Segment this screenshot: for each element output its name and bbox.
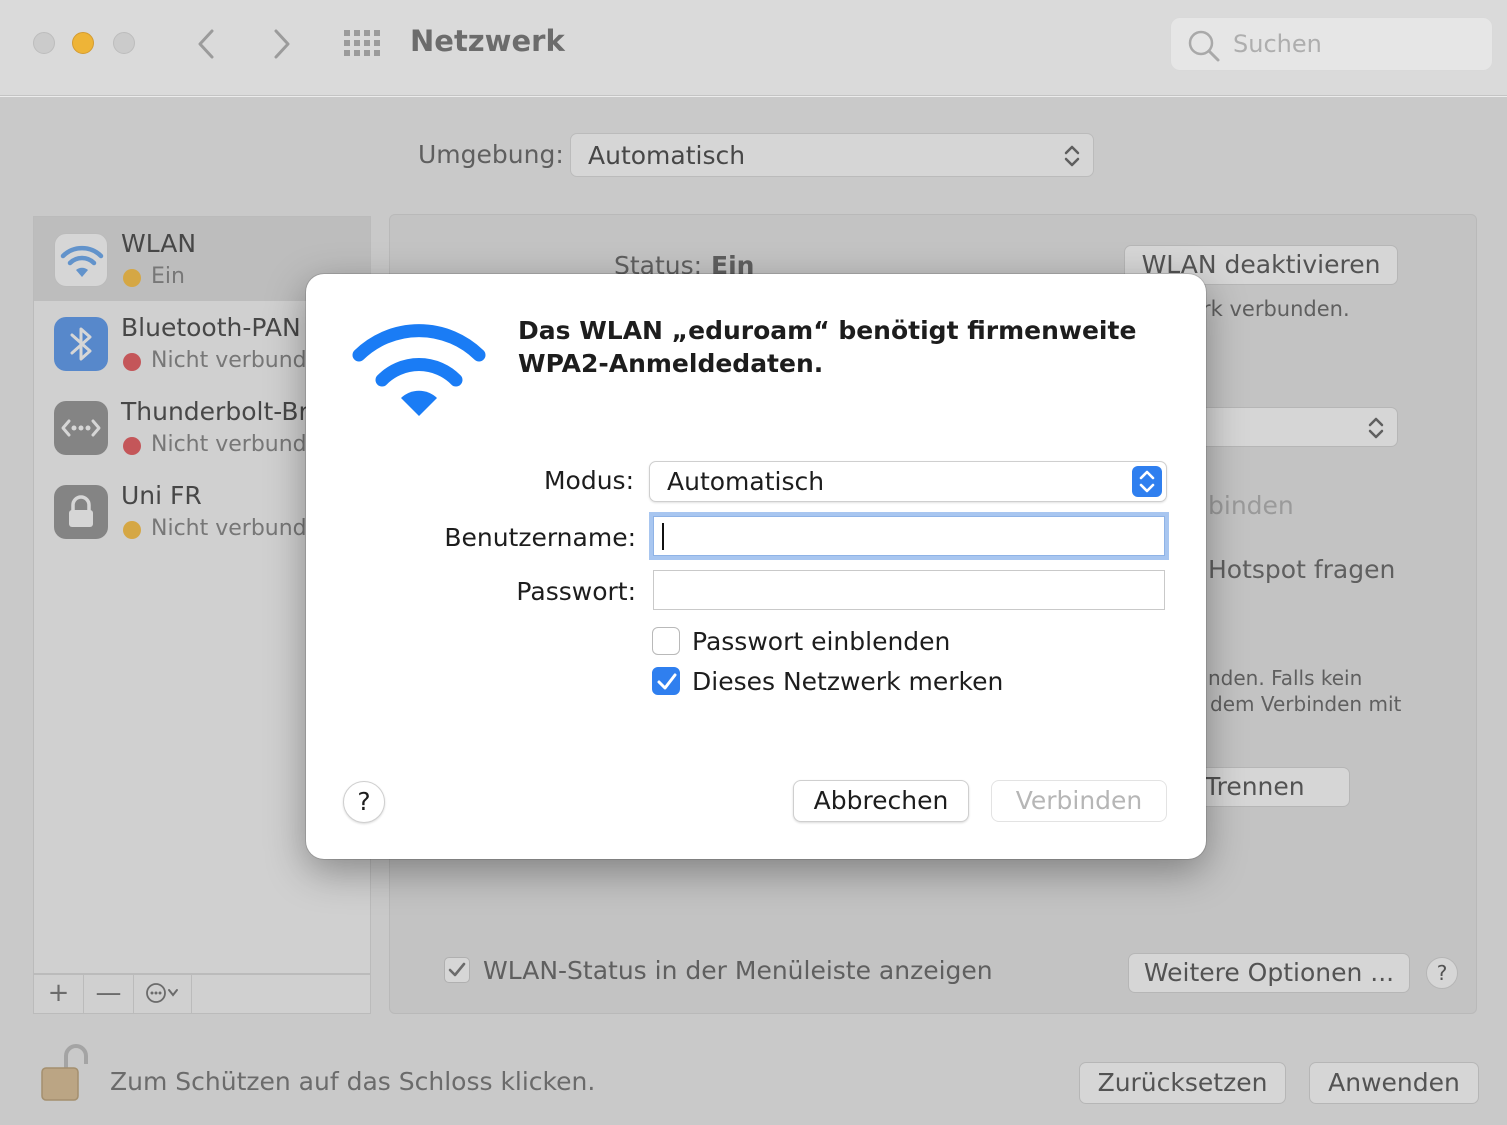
username-label: Benutzername: xyxy=(444,523,636,552)
wifi-icon xyxy=(352,324,486,416)
cancel-button[interactable]: Abbrechen xyxy=(793,780,969,822)
wpa2-credentials-dialog: Das WLAN „eduroam“ benötigt firmenweite … xyxy=(306,274,1206,859)
show-password-label: Passwort einblenden xyxy=(692,627,951,656)
mode-label: Modus: xyxy=(543,466,634,495)
password-label: Passwort: xyxy=(516,577,636,606)
text-cursor xyxy=(662,523,664,550)
window-titlebar: Netzwerk Suchen xyxy=(0,0,1507,96)
remember-network-checkbox[interactable] xyxy=(652,667,680,695)
updown-chevron-icon xyxy=(1132,466,1162,497)
username-field[interactable] xyxy=(653,516,1165,556)
password-field[interactable] xyxy=(653,570,1165,610)
show-password-checkbox[interactable] xyxy=(652,627,680,655)
remember-network-label: Dieses Netzwerk merken xyxy=(692,667,1004,696)
mode-value: Automatisch xyxy=(667,467,825,496)
dialog-title: Das WLAN „eduroam“ benötigt firmenweite … xyxy=(518,316,1137,378)
dialog-help-button[interactable]: ? xyxy=(343,781,385,823)
titlebar-dim-overlay xyxy=(0,0,1507,96)
checkmark-icon xyxy=(657,673,677,690)
connect-button[interactable]: Verbinden xyxy=(991,780,1167,822)
mode-select[interactable]: Automatisch xyxy=(649,461,1167,502)
